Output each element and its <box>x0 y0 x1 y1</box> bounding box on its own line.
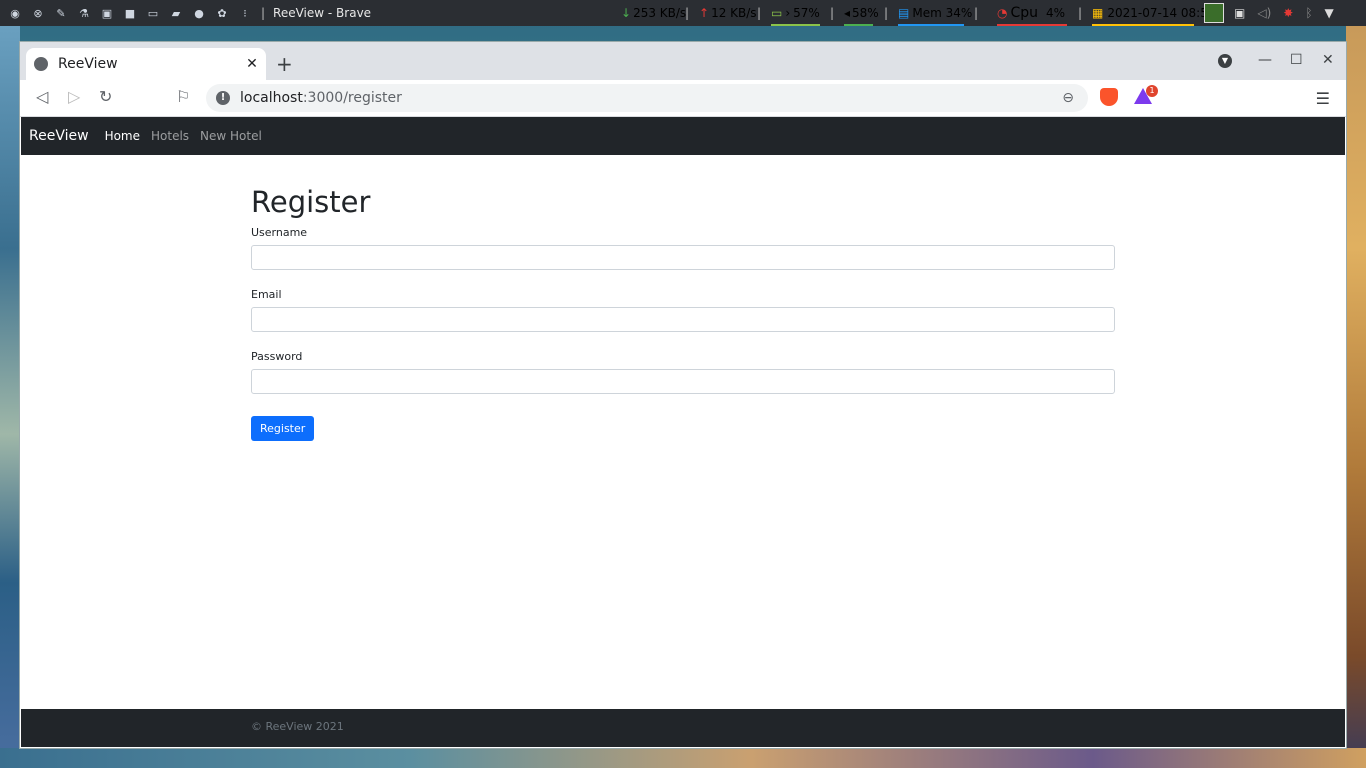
datetime-stat[interactable]: ▦ 2021-07-14 08:58 <box>1092 0 1215 26</box>
page-viewport: ReeView Home Hotels New Hotel Register U… <box>21 117 1345 747</box>
tab-search-icon[interactable]: ▼ <box>1218 54 1232 68</box>
datetime-value: 2021-07-14 08:58 <box>1107 6 1216 20</box>
calendar-icon: ▦ <box>1092 6 1104 20</box>
browser-tab[interactable]: ReeView ✕ <box>26 48 266 80</box>
url-path: :3000/register <box>302 90 402 106</box>
bookmark-icon[interactable]: ⚐ <box>176 88 190 106</box>
password-field[interactable] <box>251 369 1115 394</box>
screenshot-icon[interactable]: ▣ <box>1234 6 1245 20</box>
page-title: Register <box>251 185 371 219</box>
reload-icon[interactable]: ↻ <box>99 88 112 106</box>
battery-icon: ▭ <box>771 6 783 20</box>
separator: | <box>884 6 889 20</box>
image-viewer-icon[interactable]: ▣ <box>99 5 115 21</box>
close-tab-icon[interactable]: ✕ <box>244 56 260 72</box>
color-picker-icon[interactable]: ✎ <box>53 5 69 21</box>
datetime-underline <box>1092 24 1194 26</box>
hamburger-menu-icon[interactable]: ☰ <box>1316 89 1330 108</box>
net-up-value: 12 KB/s <box>711 6 757 20</box>
chevron-right-icon: › <box>785 6 791 20</box>
rewards-badge: 1 <box>1146 85 1158 97</box>
laptop-icon[interactable]: ▭ <box>145 5 161 21</box>
speaker-icon[interactable]: ◁) <box>1257 6 1271 20</box>
net-up-stat: ↑ 12 KB/s <box>699 0 757 26</box>
url-host: localhost <box>240 90 303 106</box>
arrow-down-icon: ↓ <box>621 6 632 20</box>
cpu-label: Cpu <box>1010 5 1039 21</box>
flask-icon[interactable]: ⚗ <box>76 5 92 21</box>
battery-stat[interactable]: ▭ › 57% <box>771 0 820 26</box>
username-label: Username <box>251 226 308 239</box>
separator: | <box>830 6 835 20</box>
volume-stat[interactable]: ◂ 58% <box>844 0 879 26</box>
camera-icon[interactable]: ■ <box>122 5 138 21</box>
app-menu-icon[interactable]: ◉ <box>7 5 23 21</box>
site-info-icon[interactable]: ! <box>216 91 230 105</box>
memory-icon: ▤ <box>898 6 910 20</box>
email-field[interactable] <box>251 307 1115 332</box>
memory-stat[interactable]: ▤ Mem 34% <box>898 0 972 26</box>
volume-value: 58% <box>852 6 879 20</box>
close-window-icon[interactable]: ✕ <box>1322 52 1334 68</box>
register-button[interactable]: Register <box>251 416 315 441</box>
brave-shields-icon[interactable] <box>1100 88 1118 106</box>
volume-icon: ◂ <box>844 6 851 20</box>
telegram-icon[interactable]: ● <box>191 5 207 21</box>
minimize-icon[interactable]: — <box>1258 52 1272 68</box>
bug-icon[interactable]: ✸ <box>1283 6 1293 20</box>
url-text[interactable]: localhost:3000/register <box>240 90 402 106</box>
footer-copyright: © ReeView 2021 <box>251 720 344 733</box>
site-brand[interactable]: ReeView <box>29 128 89 144</box>
separator: | <box>685 6 690 20</box>
paw-icon[interactable]: ✿ <box>214 5 230 21</box>
battery-value: 57% <box>793 6 820 20</box>
browser-toolbar: ◁ ▷ ↻ ⚐ ! localhost:3000/register ⊖ 1 ☰ <box>20 80 1346 117</box>
separator: | <box>261 6 266 20</box>
desktop-wallpaper-bottom <box>0 748 1366 768</box>
nav-link-hotels[interactable]: Hotels <box>151 129 189 143</box>
tray-app-icon[interactable] <box>1204 3 1224 23</box>
memory-underline <box>898 24 964 26</box>
nav-link-new-hotel[interactable]: New Hotel <box>200 129 262 143</box>
separator: | <box>757 6 762 20</box>
memory-value: Mem 34% <box>912 6 973 20</box>
battery-underline <box>771 24 820 26</box>
separator: | <box>974 6 979 20</box>
new-tab-button[interactable]: + <box>276 54 293 74</box>
password-label: Password <box>251 350 303 363</box>
wifi-icon[interactable]: ▼ <box>1325 6 1334 20</box>
net-down-value: 253 KB/s <box>633 6 687 20</box>
site-footer: © ReeView 2021 <box>21 709 1345 747</box>
nav-link-home[interactable]: Home <box>105 129 140 143</box>
cpu-value: 4% <box>1046 6 1066 20</box>
register-form: Register Username Email Password Registe… <box>251 155 1115 441</box>
volume-underline <box>844 24 873 26</box>
email-label: Email <box>251 288 282 301</box>
back-icon[interactable]: ◁ <box>36 88 48 106</box>
username-field[interactable] <box>251 245 1115 270</box>
separator: | <box>1078 6 1083 20</box>
site-navbar: ReeView Home Hotels New Hotel <box>21 117 1345 155</box>
active-window-title: ReeView - Brave <box>273 6 372 20</box>
tab-strip: ReeView ✕ + ▼ — ☐ ✕ <box>20 42 1346 80</box>
maximize-icon[interactable]: ☐ <box>1290 52 1303 68</box>
globe-icon <box>34 57 48 71</box>
cpu-underline <box>997 24 1067 26</box>
apps-grid-icon[interactable]: ⁝ <box>237 5 253 21</box>
tray: ▣ ◁) ✸ ᛒ ▼ <box>1204 0 1334 26</box>
desktop-wallpaper-right <box>1346 26 1366 768</box>
net-down-stat: ↓ 253 KB/s <box>621 0 686 26</box>
cpu-stat[interactable]: ◔ Cpu 4% <box>997 0 1067 26</box>
cpu-gauge-icon: ◔ <box>997 6 1008 20</box>
arrow-up-icon: ↑ <box>699 6 710 20</box>
tab-title: ReeView <box>58 56 118 72</box>
network-app-icon[interactable]: ⊗ <box>30 5 46 21</box>
folder-icon[interactable]: ▰ <box>168 5 184 21</box>
browser-window: ReeView ✕ + ▼ — ☐ ✕ ◁ ▷ ↻ ⚐ ! localhost:… <box>20 42 1346 748</box>
zoom-icon[interactable]: ⊖ <box>1062 90 1074 106</box>
desktop-wallpaper-left <box>0 26 20 768</box>
address-bar[interactable]: ! localhost:3000/register ⊖ <box>206 84 1088 112</box>
forward-icon[interactable]: ▷ <box>68 88 80 106</box>
bluetooth-icon[interactable]: ᛒ <box>1305 6 1312 20</box>
